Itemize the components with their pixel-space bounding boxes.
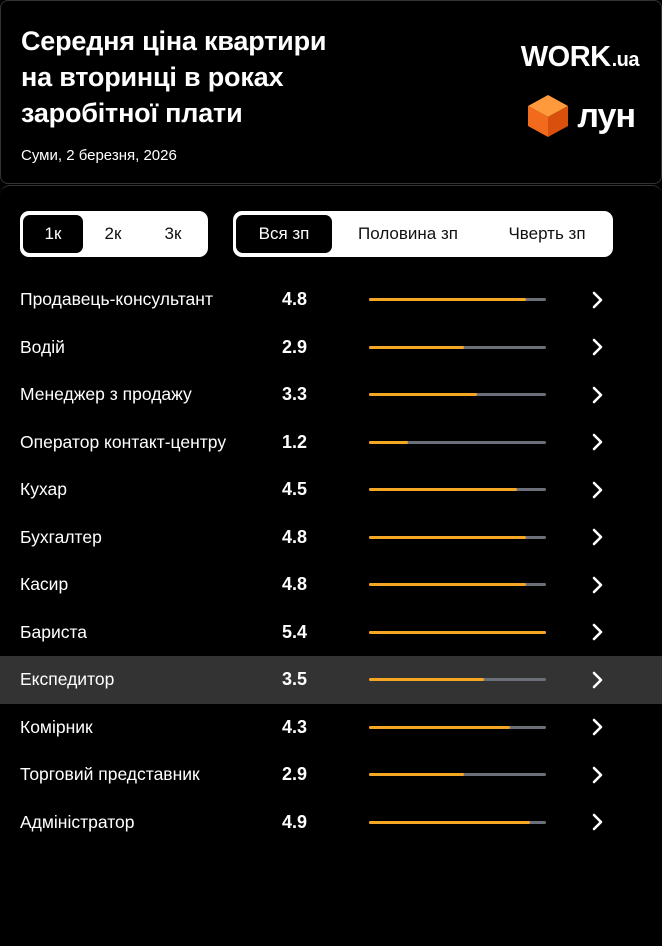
lun-cube-icon: [528, 95, 569, 137]
years-bar-track: [369, 630, 546, 634]
profession-row[interactable]: Комірник 4.3: [0, 704, 662, 752]
years-value: 3.5: [282, 669, 308, 690]
years-value: 4.8: [282, 289, 308, 310]
tab-quarter-salary[interactable]: Чверть зп: [484, 215, 610, 253]
years-bar-fill: [369, 725, 510, 729]
profession-row[interactable]: Адміністратор 4.9: [0, 799, 662, 847]
years-value: 2.9: [282, 336, 308, 357]
years-bar-fill: [369, 345, 465, 349]
profession-row[interactable]: Оператор контакт-центру 1.2: [0, 419, 662, 467]
years-bar-fill: [369, 393, 478, 397]
profession-name: Касир: [20, 574, 69, 595]
profession-name: Комірник: [20, 716, 93, 737]
chevron-right-icon[interactable]: [590, 466, 606, 514]
years-value: 1.2: [282, 431, 308, 452]
years-bar-fill: [369, 630, 546, 634]
location-date: Суми, 2 березня, 2026: [21, 147, 177, 164]
profession-row[interactable]: Касир 4.8: [0, 561, 662, 609]
profession-name: Торговий представник: [20, 764, 200, 785]
chevron-right-icon[interactable]: [590, 751, 606, 799]
years-bar-track: [369, 298, 546, 302]
tab-full-salary[interactable]: Вся зп: [236, 215, 332, 253]
tab-half-salary[interactable]: Половина зп: [332, 215, 484, 253]
workua-logo: WORK .ua: [520, 41, 640, 74]
profession-name: Експедитор: [20, 669, 115, 690]
years-bar-fill: [369, 535, 527, 539]
profession-name: Оператор контакт-центру: [20, 431, 227, 452]
workua-logo-suffix: .ua: [611, 49, 640, 71]
tab-2k[interactable]: 2к: [83, 215, 143, 253]
years-bar-fill: [369, 298, 527, 302]
years-bar-fill: [369, 440, 409, 444]
tab-1k[interactable]: 1к: [23, 215, 83, 253]
profession-name: Бариста: [20, 621, 88, 642]
chevron-right-icon[interactable]: [590, 419, 606, 467]
main-panel: 1к 2к 3к Вся зп Половина зп Чверть зп Пр…: [0, 185, 662, 946]
years-bar-fill: [369, 488, 517, 492]
profession-row[interactable]: Бариста 5.4: [0, 609, 662, 657]
title-line: заробітної плати: [21, 98, 243, 128]
chevron-right-icon[interactable]: [590, 276, 606, 324]
years-value: 4.9: [282, 811, 308, 832]
title-line: на вторинці в роках: [21, 62, 284, 92]
years-bar-track: [369, 678, 546, 682]
profession-name: Бухгалтер: [20, 526, 102, 547]
chevron-right-icon[interactable]: [590, 514, 606, 562]
header-card: Середня ціна квартири на вторинці в рока…: [0, 0, 662, 184]
chevron-right-icon[interactable]: [590, 371, 606, 419]
profession-row[interactable]: Кухар 4.5: [0, 466, 662, 514]
profession-name: Водій: [20, 336, 65, 357]
lun-logo-text: лун: [577, 96, 636, 135]
page-title: Середня ціна квартири на вторинці в рока…: [21, 23, 381, 131]
years-value: 2.9: [282, 764, 308, 785]
years-bar-track: [369, 440, 546, 444]
years-bar-track: [369, 820, 546, 824]
profession-row[interactable]: Менеджер з продажу 3.3: [0, 371, 662, 419]
chevron-right-icon[interactable]: [590, 704, 606, 752]
profession-row[interactable]: Бухгалтер 4.8: [0, 514, 662, 562]
salary-share-tabs: Вся зп Половина зп Чверть зп: [233, 211, 613, 257]
years-bar-track: [369, 535, 546, 539]
chevron-right-icon[interactable]: [590, 561, 606, 609]
years-value: 4.8: [282, 526, 308, 547]
profession-name: Кухар: [20, 479, 67, 500]
years-bar-fill: [369, 583, 527, 587]
profession-name: Менеджер з продажу: [20, 384, 192, 405]
years-bar-track: [369, 773, 546, 777]
years-bar-track: [369, 488, 546, 492]
years-bar-track: [369, 393, 546, 397]
years-bar-track: [369, 725, 546, 729]
years-value: 4.8: [282, 574, 308, 595]
chevron-right-icon[interactable]: [590, 799, 606, 847]
profession-row[interactable]: Продавець-консультант 4.8: [0, 276, 662, 324]
profession-name: Адміністратор: [20, 811, 135, 832]
years-bar-fill: [369, 820, 530, 824]
room-count-tabs: 1к 2к 3к: [20, 211, 208, 257]
profession-row[interactable]: Торговий представник 2.9: [0, 751, 662, 799]
years-value: 5.4: [282, 621, 308, 642]
years-bar-track: [369, 583, 546, 587]
years-value: 3.3: [282, 384, 308, 405]
years-bar-fill: [369, 773, 465, 777]
lun-logo: лун: [527, 94, 636, 138]
years-bar-track: [369, 345, 546, 349]
tab-3k[interactable]: 3к: [143, 215, 203, 253]
profession-list: Продавець-консультант 4.8 Водій 2.9 Менеджер…: [0, 276, 662, 846]
title-line: Середня ціна квартири: [21, 26, 327, 56]
years-value: 4.5: [282, 479, 308, 500]
profession-name: Продавець-консультант: [20, 289, 213, 310]
chevron-right-icon[interactable]: [590, 324, 606, 372]
profession-row[interactable]: Водій 2.9: [0, 324, 662, 372]
years-value: 4.3: [282, 716, 308, 737]
profession-row[interactable]: Експедитор 3.5: [0, 656, 662, 704]
chevron-right-icon[interactable]: [590, 656, 606, 704]
years-bar-fill: [369, 678, 484, 682]
chevron-right-icon[interactable]: [590, 609, 606, 657]
workua-logo-main: WORK: [520, 41, 611, 73]
